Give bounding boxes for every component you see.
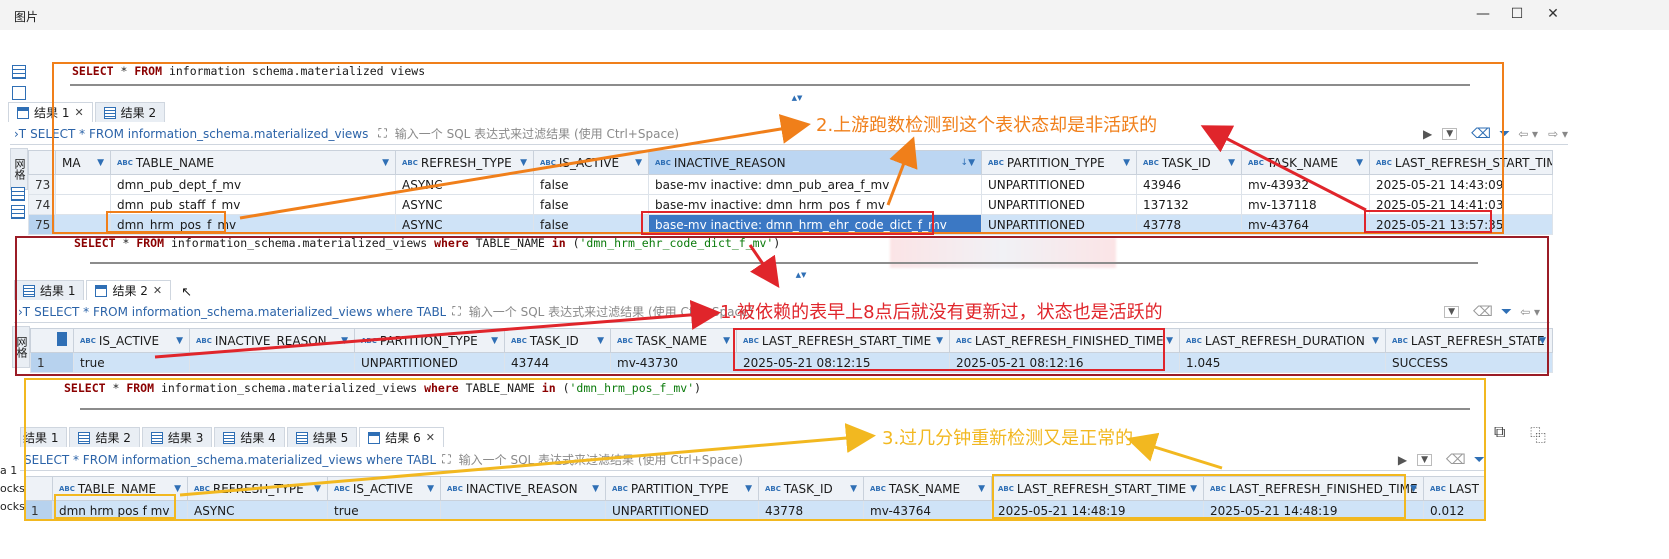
annotation-note-2: 2.上游跑数检测到这个表状态却是非活跃的 (816, 115, 1158, 136)
annotation-arrows (154, 114, 1367, 497)
annotation-note-3: 3.过几分钟重新检测又是正常的 (882, 428, 1134, 449)
arrow-to-note-2 (886, 136, 918, 206)
arrow-to-note-1 (154, 299, 721, 359)
annotation-note-1: 1.被依赖的表早上8点后就没有更新过，状态也是活跃的 (720, 302, 1163, 323)
arrow-to-note-1 (748, 244, 780, 288)
arrow-to-note-2 (239, 114, 811, 220)
arrow-to-note-2 (1200, 125, 1367, 212)
arrow-to-note-3 (1126, 432, 1223, 470)
arrow-to-note-3 (179, 423, 876, 497)
